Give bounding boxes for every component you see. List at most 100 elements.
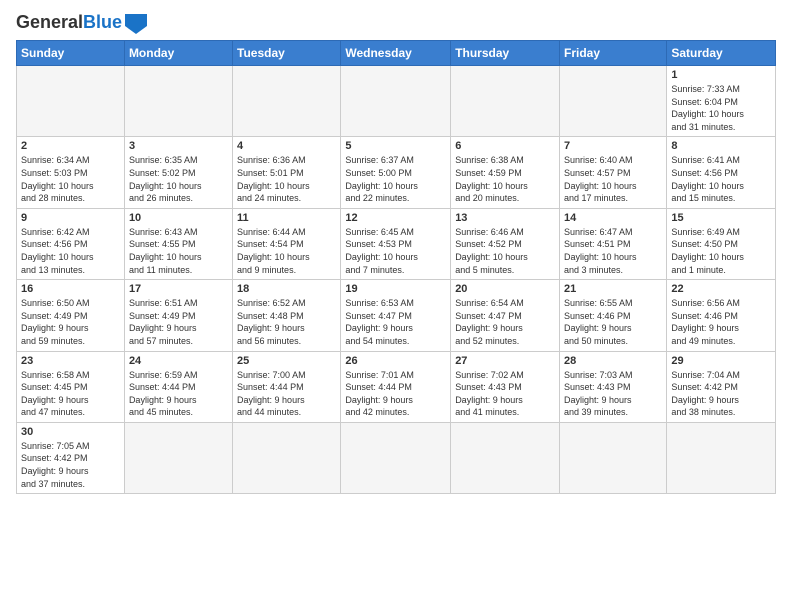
calendar-cell: 21 Sunrise: 6:55 AM Sunset: 4:46 PM Dayli… xyxy=(560,280,667,351)
day-info: Sunrise: 6:56 AM Sunset: 4:46 PM Dayligh… xyxy=(671,297,771,347)
col-friday: Friday xyxy=(560,41,667,66)
day-info: Sunrise: 6:59 AM Sunset: 4:44 PM Dayligh… xyxy=(129,369,228,419)
calendar-cell: 7Sunrise: 6:40 AM Sunset: 4:57 PM Daylig… xyxy=(560,137,667,208)
calendar-week-row: 1 Sunrise: 7:33 AM Sunset: 6:04 PM Daylig… xyxy=(17,66,776,137)
day-number: 15 xyxy=(671,212,771,224)
col-saturday: Saturday xyxy=(667,41,776,66)
calendar-cell xyxy=(233,66,341,137)
weekday-header-row: Sunday Monday Tuesday Wednesday Thursday… xyxy=(17,41,776,66)
calendar-cell: 4Sunrise: 6:36 AM Sunset: 5:01 PM Daylig… xyxy=(233,137,341,208)
calendar-cell: 13 Sunrise: 6:46 AM Sunset: 4:52 PM Dayli… xyxy=(451,208,560,279)
logo-area: GeneralBlue xyxy=(16,12,147,34)
day-number: 10 xyxy=(129,212,228,224)
day-info: Sunrise: 7:00 AM Sunset: 4:44 PM Dayligh… xyxy=(237,369,336,419)
calendar-cell: 8 Sunrise: 6:41 AM Sunset: 4:56 PM Daylig… xyxy=(667,137,776,208)
calendar-cell: 15 Sunrise: 6:49 AM Sunset: 4:50 PM Dayli… xyxy=(667,208,776,279)
day-number: 29 xyxy=(671,355,771,367)
calendar-cell: 29 Sunrise: 7:04 AM Sunset: 4:42 PM Dayli… xyxy=(667,351,776,422)
day-number: 2 xyxy=(21,140,120,152)
day-number: 24 xyxy=(129,355,228,367)
day-info: Sunrise: 6:51 AM Sunset: 4:49 PM Dayligh… xyxy=(129,297,228,347)
calendar-cell: 19Sunrise: 6:53 AM Sunset: 4:47 PM Dayli… xyxy=(341,280,451,351)
day-number: 16 xyxy=(21,283,120,295)
logo-general: General xyxy=(16,12,83,32)
day-info: Sunrise: 7:05 AM Sunset: 4:42 PM Dayligh… xyxy=(21,440,120,490)
day-info: Sunrise: 7:33 AM Sunset: 6:04 PM Dayligh… xyxy=(671,83,771,133)
day-number: 25 xyxy=(237,355,336,367)
col-wednesday: Wednesday xyxy=(341,41,451,66)
day-number: 4 xyxy=(237,140,336,152)
day-info: Sunrise: 6:55 AM Sunset: 4:46 PM Dayligh… xyxy=(564,297,662,347)
day-number: 28 xyxy=(564,355,662,367)
day-number: 9 xyxy=(21,212,120,224)
calendar-cell xyxy=(451,422,560,493)
calendar-cell: 3 Sunrise: 6:35 AM Sunset: 5:02 PM Daylig… xyxy=(124,137,232,208)
day-info: Sunrise: 6:53 AM Sunset: 4:47 PM Dayligh… xyxy=(345,297,446,347)
day-number: 6 xyxy=(455,140,555,152)
calendar-cell: 25 Sunrise: 7:00 AM Sunset: 4:44 PM Dayli… xyxy=(233,351,341,422)
calendar-cell: 16 Sunrise: 6:50 AM Sunset: 4:49 PM Dayli… xyxy=(17,280,125,351)
day-info: Sunrise: 6:46 AM Sunset: 4:52 PM Dayligh… xyxy=(455,226,555,276)
day-number: 13 xyxy=(455,212,555,224)
calendar-cell xyxy=(341,66,451,137)
col-monday: Monday xyxy=(124,41,232,66)
day-info: Sunrise: 6:42 AM Sunset: 4:56 PM Dayligh… xyxy=(21,226,120,276)
calendar-cell: 10Sunrise: 6:43 AM Sunset: 4:55 PM Dayli… xyxy=(124,208,232,279)
day-number: 20 xyxy=(455,283,555,295)
col-sunday: Sunday xyxy=(17,41,125,66)
calendar-cell xyxy=(124,422,232,493)
calendar-cell: 24 Sunrise: 6:59 AM Sunset: 4:44 PM Dayli… xyxy=(124,351,232,422)
calendar-week-row: 30 Sunrise: 7:05 AM Sunset: 4:42 PM Dayli… xyxy=(17,422,776,493)
day-number: 12 xyxy=(345,212,446,224)
day-info: Sunrise: 6:45 AM Sunset: 4:53 PM Dayligh… xyxy=(345,226,446,276)
calendar-cell: 12 Sunrise: 6:45 AM Sunset: 4:53 PM Dayli… xyxy=(341,208,451,279)
day-info: Sunrise: 6:41 AM Sunset: 4:56 PM Dayligh… xyxy=(671,154,771,204)
logo-blue: Blue xyxy=(83,12,122,32)
calendar-cell: 26 Sunrise: 7:01 AM Sunset: 4:44 PM Dayli… xyxy=(341,351,451,422)
day-number: 17 xyxy=(129,283,228,295)
day-number: 8 xyxy=(671,140,771,152)
day-number: 26 xyxy=(345,355,446,367)
day-info: Sunrise: 7:03 AM Sunset: 4:43 PM Dayligh… xyxy=(564,369,662,419)
day-number: 1 xyxy=(671,69,771,81)
calendar-cell: 18Sunrise: 6:52 AM Sunset: 4:48 PM Dayli… xyxy=(233,280,341,351)
logo-icon xyxy=(125,14,147,34)
header: GeneralBlue xyxy=(16,12,776,34)
day-info: Sunrise: 6:52 AM Sunset: 4:48 PM Dayligh… xyxy=(237,297,336,347)
day-info: Sunrise: 7:01 AM Sunset: 4:44 PM Dayligh… xyxy=(345,369,446,419)
day-number: 27 xyxy=(455,355,555,367)
calendar-cell xyxy=(560,66,667,137)
day-number: 30 xyxy=(21,426,120,438)
calendar-cell: 27Sunrise: 7:02 AM Sunset: 4:43 PM Dayli… xyxy=(451,351,560,422)
calendar-cell: 14Sunrise: 6:47 AM Sunset: 4:51 PM Dayli… xyxy=(560,208,667,279)
day-info: Sunrise: 6:50 AM Sunset: 4:49 PM Dayligh… xyxy=(21,297,120,347)
calendar-cell: 5 Sunrise: 6:37 AM Sunset: 5:00 PM Daylig… xyxy=(341,137,451,208)
calendar-cell: 11 Sunrise: 6:44 AM Sunset: 4:54 PM Dayli… xyxy=(233,208,341,279)
day-number: 23 xyxy=(21,355,120,367)
day-info: Sunrise: 6:37 AM Sunset: 5:00 PM Dayligh… xyxy=(345,154,446,204)
day-info: Sunrise: 6:49 AM Sunset: 4:50 PM Dayligh… xyxy=(671,226,771,276)
calendar-cell xyxy=(124,66,232,137)
day-number: 7 xyxy=(564,140,662,152)
col-tuesday: Tuesday xyxy=(233,41,341,66)
day-number: 5 xyxy=(345,140,446,152)
day-number: 21 xyxy=(564,283,662,295)
day-info: Sunrise: 6:35 AM Sunset: 5:02 PM Dayligh… xyxy=(129,154,228,204)
calendar-cell xyxy=(233,422,341,493)
calendar-week-row: 23Sunrise: 6:58 AM Sunset: 4:45 PM Dayli… xyxy=(17,351,776,422)
day-info: Sunrise: 6:38 AM Sunset: 4:59 PM Dayligh… xyxy=(455,154,555,204)
logo-text: GeneralBlue xyxy=(16,13,122,33)
day-info: Sunrise: 6:54 AM Sunset: 4:47 PM Dayligh… xyxy=(455,297,555,347)
day-number: 3 xyxy=(129,140,228,152)
calendar-cell: 23Sunrise: 6:58 AM Sunset: 4:45 PM Dayli… xyxy=(17,351,125,422)
calendar-cell: 6 Sunrise: 6:38 AM Sunset: 4:59 PM Daylig… xyxy=(451,137,560,208)
calendar-cell xyxy=(451,66,560,137)
day-info: Sunrise: 7:04 AM Sunset: 4:42 PM Dayligh… xyxy=(671,369,771,419)
calendar-cell: 22Sunrise: 6:56 AM Sunset: 4:46 PM Dayli… xyxy=(667,280,776,351)
day-info: Sunrise: 6:34 AM Sunset: 5:03 PM Dayligh… xyxy=(21,154,120,204)
calendar-cell: 9 Sunrise: 6:42 AM Sunset: 4:56 PM Daylig… xyxy=(17,208,125,279)
day-info: Sunrise: 6:44 AM Sunset: 4:54 PM Dayligh… xyxy=(237,226,336,276)
calendar-cell: 17 Sunrise: 6:51 AM Sunset: 4:49 PM Dayli… xyxy=(124,280,232,351)
calendar-cell xyxy=(667,422,776,493)
day-number: 11 xyxy=(237,212,336,224)
